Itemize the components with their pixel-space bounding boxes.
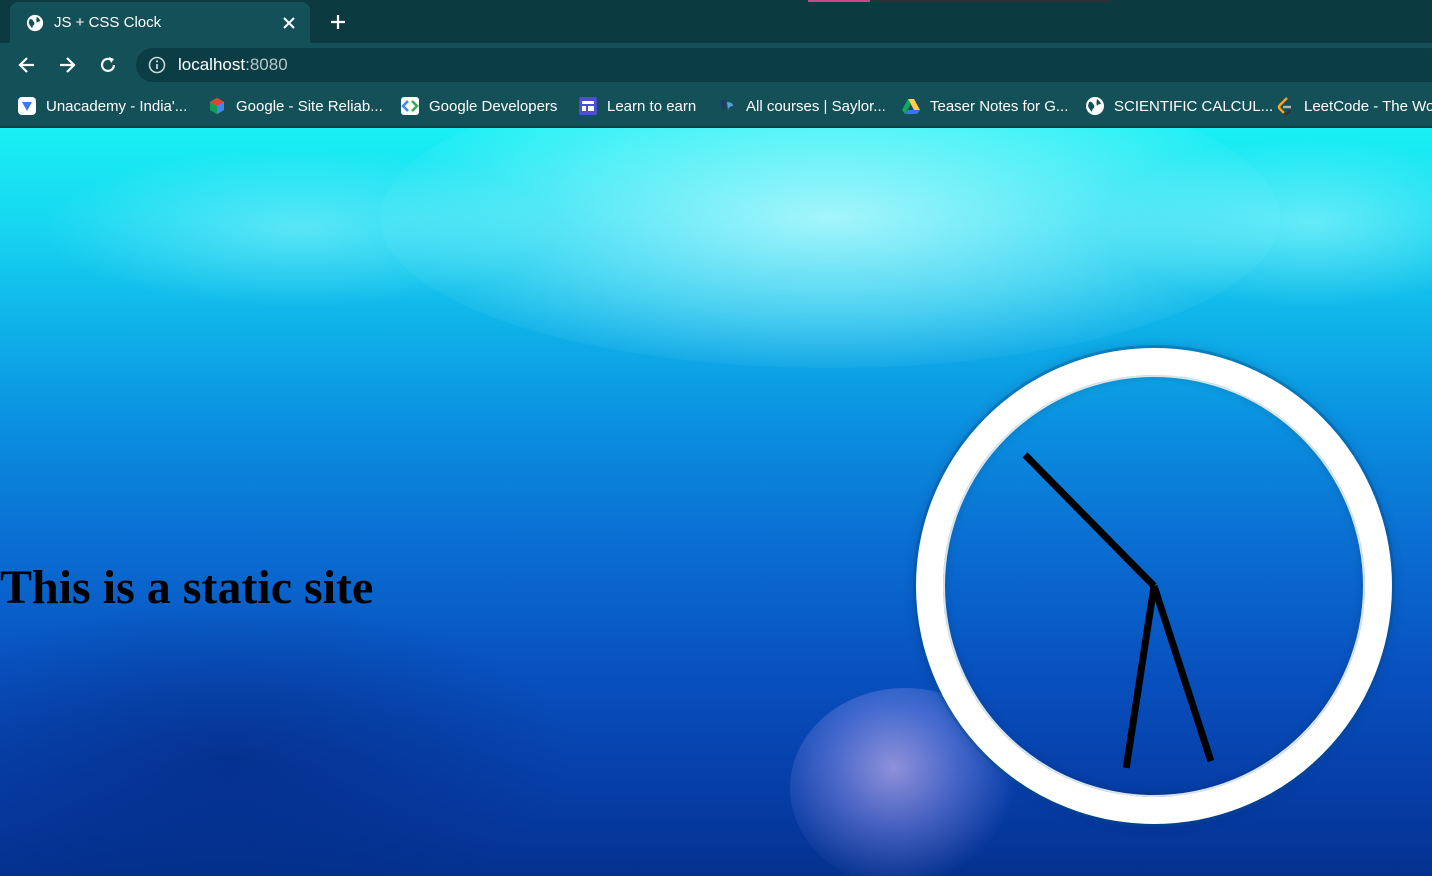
minute-hand xyxy=(1122,585,1158,769)
new-tab-button[interactable] xyxy=(326,10,350,34)
google-developers-icon xyxy=(400,96,420,116)
url-host: localhost xyxy=(178,55,246,74)
arrow-right-icon xyxy=(60,57,76,73)
tab-accent-bar xyxy=(808,0,870,2)
leetcode-icon xyxy=(1275,96,1295,116)
saylor-icon xyxy=(717,96,737,116)
tab-strip: JS + CSS Clock xyxy=(0,0,1432,43)
bookmark-label: Teaser Notes for G... xyxy=(930,97,1069,115)
bookmark-label: Google Developers xyxy=(429,97,558,115)
bookmark-label: Unacademy - India'... xyxy=(46,97,188,115)
google-cloud-icon xyxy=(207,96,227,116)
unacademy-icon xyxy=(17,96,37,116)
bookmark-label: LeetCode - The Wo xyxy=(1304,97,1432,115)
bookmarks-bar: Unacademy - India'... Google - Site Reli… xyxy=(0,85,1432,127)
bookmark-leetcode[interactable]: LeetCode - The Wo xyxy=(1275,94,1432,118)
tab-accent-bar-dark xyxy=(870,0,1110,2)
bookmark-saylor[interactable]: All courses | Saylor... xyxy=(717,94,886,118)
bookmark-label: Learn to earn xyxy=(607,97,697,115)
url-port: :8080 xyxy=(245,55,288,74)
address-bar[interactable]: localhost:8080 xyxy=(136,48,1432,82)
bookmark-teaser-notes[interactable]: Teaser Notes for G... xyxy=(901,94,1068,118)
bookmark-unacademy[interactable]: Unacademy - India'... xyxy=(17,94,187,118)
page-viewport: This is a static site xyxy=(0,128,1432,876)
bookmark-google-sre[interactable]: Google - Site Reliab... xyxy=(207,94,383,118)
tab-active[interactable]: JS + CSS Clock xyxy=(10,2,310,43)
bookmark-google-developers[interactable]: Google Developers xyxy=(400,94,557,118)
forward-button[interactable] xyxy=(54,52,80,78)
second-hand xyxy=(1150,584,1215,763)
reload-icon xyxy=(100,57,116,72)
hour-hand xyxy=(1022,452,1157,589)
bookmark-label: Google - Site Reliab... xyxy=(236,97,383,115)
back-button[interactable] xyxy=(14,52,40,78)
toolbar: localhost:8080 xyxy=(0,43,1432,85)
info-icon[interactable] xyxy=(148,56,166,74)
globe-icon xyxy=(26,14,44,31)
reload-button[interactable] xyxy=(95,52,121,78)
clock-hands xyxy=(1022,452,1215,769)
plus-icon xyxy=(331,15,345,29)
close-icon[interactable] xyxy=(280,14,298,32)
bookmark-learn-to-earn[interactable]: Learn to earn xyxy=(578,94,696,118)
bookmark-label: SCIENTIFIC CALCUL... xyxy=(1114,97,1274,115)
bookmark-label: All courses | Saylor... xyxy=(746,97,886,115)
bookmark-scientific-calculator[interactable]: SCIENTIFIC CALCUL... xyxy=(1085,94,1273,118)
arrow-left-icon xyxy=(18,57,34,73)
globe-icon xyxy=(1085,96,1105,116)
tab-title: JS + CSS Clock xyxy=(54,14,162,31)
learn-icon xyxy=(578,96,598,116)
google-drive-icon xyxy=(901,96,921,116)
